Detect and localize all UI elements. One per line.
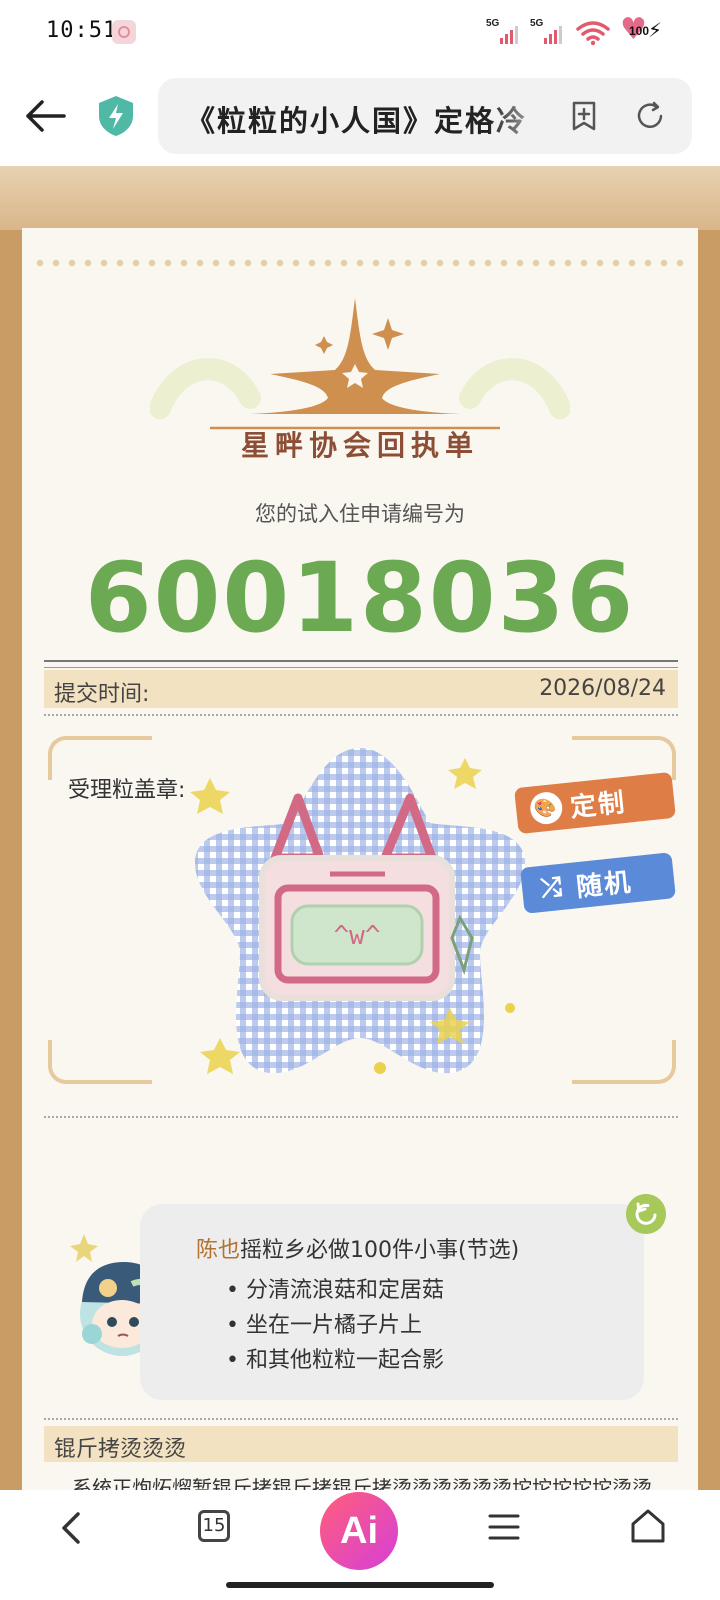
refresh-todo-button[interactable] — [626, 1194, 666, 1234]
customize-button-label: 定制 — [568, 787, 628, 824]
divider — [44, 660, 678, 668]
wifi-icon — [576, 21, 610, 46]
star-logo-icon — [150, 298, 570, 430]
random-button[interactable]: ⤮ 随机 — [520, 852, 676, 914]
status-bar: 10:51 5G 5G ♥ 100 ⚡ — [0, 0, 720, 66]
section-title: 锟斤拷烫烫烫 — [54, 1437, 187, 1462]
todo-list: 分清流浪菇和定居菇 坐在一片橘子片上 和其他粒粒一起合影 — [226, 1272, 444, 1377]
svg-text:^w^: ^w^ — [334, 921, 381, 951]
security-shield-icon[interactable] — [96, 94, 136, 138]
notification-icon — [112, 20, 136, 44]
address-bar[interactable]: 《粒粒的小人国》定格冷 — [158, 78, 692, 154]
stamp-area: 受理粒盖章: ^w^ 🎨 定制 ⤮ 随机 — [48, 736, 676, 1096]
application-number: 60018036 — [84, 542, 636, 654]
random-button-label: 随机 — [574, 867, 634, 903]
home-indicator[interactable] — [226, 1582, 494, 1588]
web-page: 星畔协会回执单 您的试入住申请编号为 60018036 提交时间: 2026/0… — [0, 166, 720, 1490]
receipt-card: 星畔协会回执单 您的试入住申请编号为 60018036 提交时间: 2026/0… — [22, 228, 698, 1490]
todo-title-text: 摇粒乡必做100件小事(节选) — [240, 1238, 520, 1263]
todo-bubble: 陈也摇粒乡必做100件小事(节选) 分清流浪菇和定居菇 坐在一片橘子片上 和其他… — [140, 1204, 644, 1400]
status-time: 10:51 — [46, 18, 118, 43]
nav-back-icon[interactable] — [52, 1508, 92, 1548]
cat-stamp-icon: ^w^ — [190, 748, 525, 1074]
submit-time-row: 提交时间: 2026/08/24 — [44, 670, 678, 708]
menu-icon[interactable] — [488, 1512, 520, 1542]
tabs-button[interactable]: 15 — [198, 1510, 230, 1542]
submit-time-label: 提交时间: — [54, 682, 150, 707]
ai-assistant-button[interactable]: Ai — [320, 1492, 398, 1570]
divider — [44, 714, 678, 716]
list-item: 坐在一片橘子片上 — [226, 1307, 444, 1342]
refresh-icon[interactable] — [634, 100, 666, 132]
palette-icon: 🎨 — [528, 790, 564, 826]
list-item: 和其他粒粒一起合影 — [226, 1342, 444, 1377]
browser-nav-bar: 15 Ai — [0, 1490, 720, 1600]
list-item: 分清流浪菇和定居菇 — [226, 1272, 444, 1307]
stamp-label: 受理粒盖章: — [68, 778, 186, 803]
back-arrow-icon[interactable] — [22, 94, 70, 138]
charging-icon: ⚡ — [648, 18, 663, 42]
todo-name: 陈也 — [196, 1238, 241, 1263]
divider — [44, 1418, 678, 1420]
home-icon[interactable] — [628, 1506, 668, 1546]
todo-title: 陈也摇粒乡必做100件小事(节选) — [196, 1232, 519, 1264]
application-number-label: 您的试入住申请编号为 — [255, 502, 465, 526]
section-header: 锟斤拷烫烫烫 — [44, 1426, 678, 1462]
shuffle-icon: ⤮ — [539, 871, 566, 904]
divider — [44, 1116, 678, 1118]
receipt-title: 星畔协会回执单 — [240, 429, 479, 462]
section-body-text: 系统正炮炻熘暂锟斤拷锟斤拷锟斤拷烫烫烫烫烫烫坨坨坨坨坨烫烫烫烫锟斤拷锟斤拷屯屯屯… — [72, 1476, 652, 1490]
browser-toolbar: 《粒粒的小人国》定格冷 — [0, 66, 720, 166]
signal-icon: 5G — [486, 18, 520, 46]
submit-date: 2026/08/24 — [539, 676, 666, 701]
add-bookmark-icon[interactable] — [568, 100, 600, 132]
signal-icon: 5G — [530, 18, 564, 46]
